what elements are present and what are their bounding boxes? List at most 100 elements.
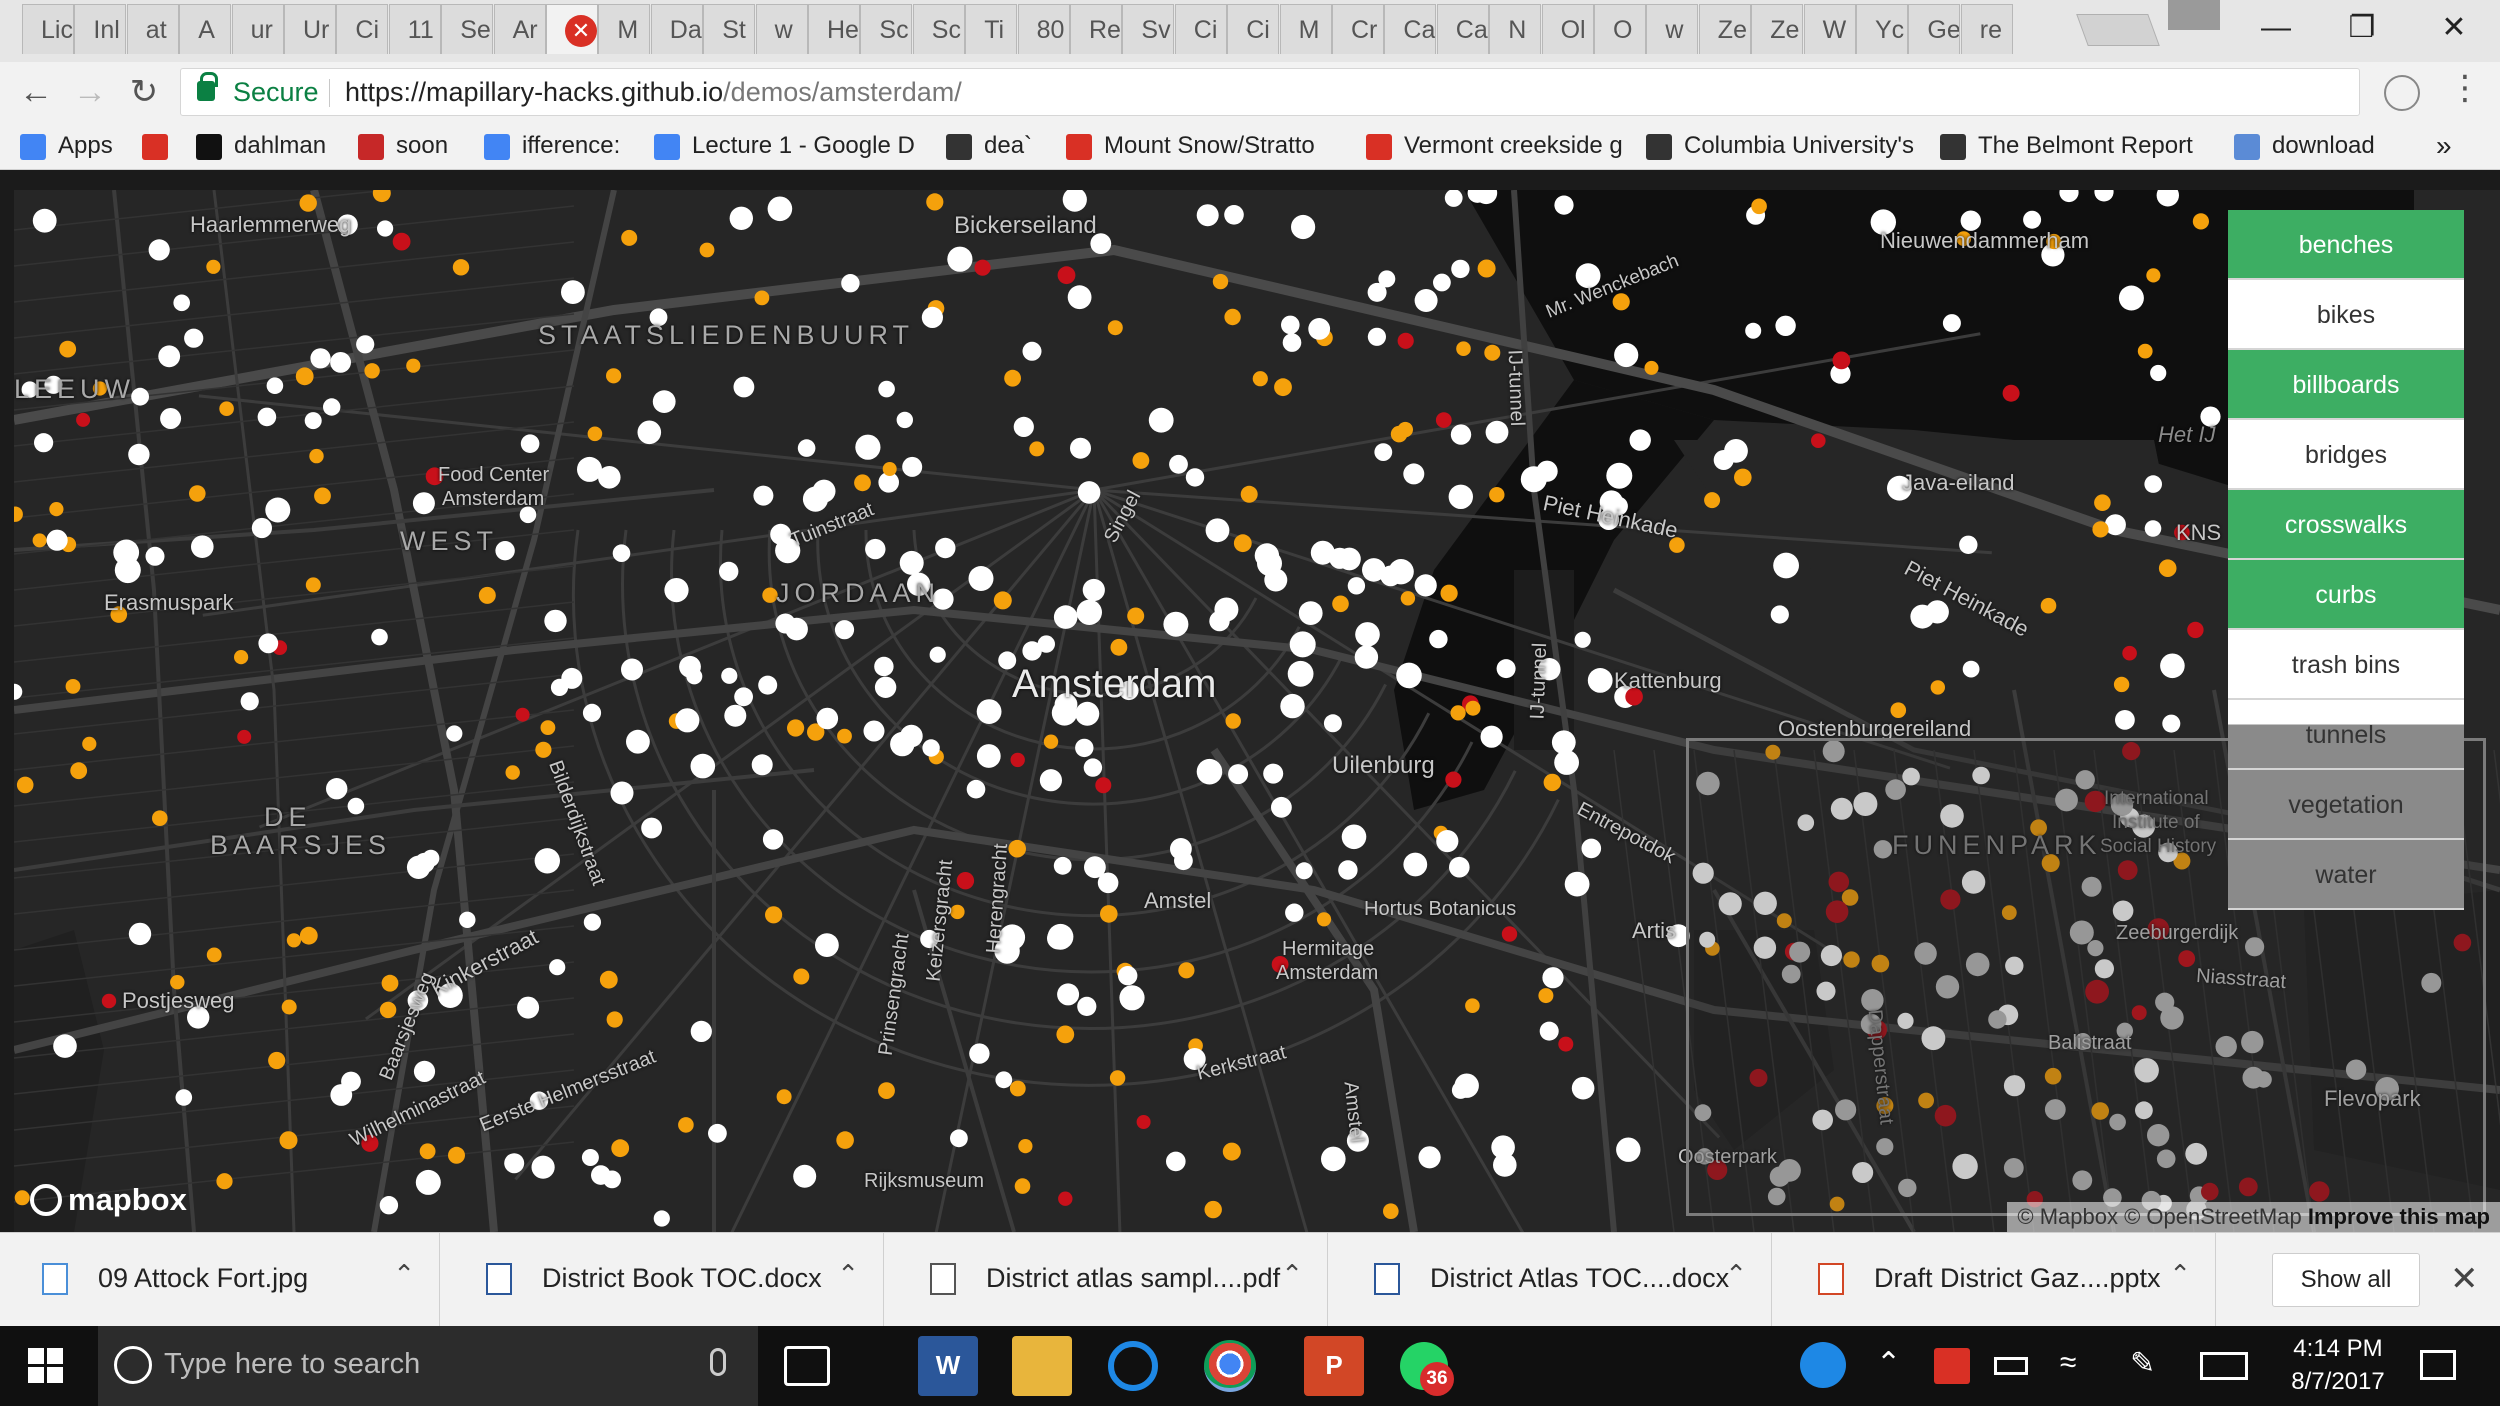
detection-point[interactable] [690, 753, 716, 779]
detection-point[interactable] [2023, 210, 2042, 229]
detection-point[interactable] [1925, 600, 1949, 624]
browser-tab[interactable]: Ur [284, 4, 336, 54]
detection-point[interactable] [1396, 662, 1422, 689]
detection-point[interactable] [678, 1117, 694, 1133]
detection-point[interactable] [1770, 605, 1789, 624]
detection-point[interactable] [966, 779, 986, 799]
download-item[interactable]: District atlas sampl....pdf ⌃ [888, 1233, 1328, 1327]
detection-point[interactable] [606, 368, 622, 384]
detection-point[interactable] [1053, 856, 1072, 875]
detection-point[interactable] [922, 739, 940, 757]
detection-point[interactable] [762, 829, 784, 850]
detection-point[interactable] [863, 720, 885, 742]
detection-point[interactable] [1629, 429, 1651, 451]
detection-point[interactable] [1397, 332, 1414, 349]
detection-point[interactable] [2144, 520, 2162, 537]
detection-point[interactable] [1263, 763, 1284, 784]
detection-point[interactable] [53, 1034, 77, 1058]
detection-point[interactable] [1132, 452, 1150, 469]
detection-point[interactable] [347, 797, 365, 815]
detection-point[interactable] [549, 959, 566, 976]
detection-point[interactable] [1110, 638, 1128, 656]
detection-point[interactable] [653, 1210, 670, 1227]
detection-point[interactable] [448, 1146, 465, 1164]
detection-point[interactable] [240, 692, 259, 711]
detection-point[interactable] [765, 906, 783, 924]
detection-point[interactable] [206, 259, 221, 274]
detection-point[interactable] [76, 412, 91, 427]
detection-point[interactable] [1554, 750, 1579, 775]
browser-tab[interactable]: Ca [1384, 4, 1437, 54]
detection-point[interactable] [1484, 344, 1501, 361]
detection-point[interactable] [32, 533, 47, 548]
detection-point[interactable] [32, 208, 57, 233]
detection-point[interactable] [1581, 838, 1602, 859]
detection-point[interactable] [1451, 1081, 1470, 1099]
extension-icon[interactable] [2384, 75, 2420, 111]
detection-point[interactable] [582, 703, 602, 723]
layer-toggle-water[interactable]: water [2228, 840, 2464, 910]
detection-point[interactable] [1287, 660, 1314, 687]
acrobat-tray-icon[interactable] [1934, 1348, 1970, 1384]
detection-point[interactable] [258, 633, 279, 654]
detection-point[interactable] [1429, 629, 1448, 649]
browser-tab[interactable]: w [1646, 4, 1699, 54]
browser-tab[interactable]: M [598, 4, 651, 54]
detection-point[interactable] [874, 656, 894, 677]
detection-point[interactable] [14, 1190, 30, 1206]
detection-point[interactable] [189, 485, 206, 502]
detection-point[interactable] [793, 1164, 817, 1188]
detection-point[interactable] [612, 544, 631, 562]
detection-point[interactable] [495, 541, 515, 561]
detection-point[interactable] [1204, 1200, 1222, 1219]
browser-tab[interactable]: Lic [22, 4, 74, 54]
detection-point[interactable] [1282, 333, 1302, 352]
detection-point[interactable] [767, 196, 793, 222]
detection-point[interactable] [544, 609, 567, 633]
detection-point[interactable] [59, 340, 77, 358]
detection-point[interactable] [882, 462, 897, 476]
detection-point[interactable] [2122, 645, 2137, 661]
url-text[interactable]: https://mapillary-hacks.github.io/demos/… [345, 77, 962, 108]
bookmark-item[interactable]: The Belmont Report [1940, 128, 2193, 164]
active-tab[interactable]: ✕ [546, 4, 598, 54]
detection-point[interactable] [1029, 441, 1045, 457]
detection-point[interactable] [641, 817, 662, 839]
detection-point[interactable] [841, 274, 860, 293]
browser-tab[interactable]: Inl [74, 4, 127, 54]
detection-point[interactable] [729, 206, 753, 230]
detection-point[interactable] [2192, 213, 2209, 230]
detection-point[interactable] [947, 246, 973, 272]
bookmark-item[interactable]: Vermont creekside g [1366, 128, 1623, 164]
detection-point[interactable] [148, 239, 170, 261]
browser-tab[interactable]: Da [650, 4, 703, 54]
detection-point[interactable] [381, 974, 399, 992]
detection-point[interactable] [1380, 565, 1402, 587]
detection-point[interactable] [234, 650, 249, 665]
detection-point[interactable] [1100, 905, 1118, 923]
new-tab-button[interactable] [2076, 14, 2160, 46]
detection-point[interactable] [1224, 205, 1244, 225]
detection-point[interactable] [1169, 454, 1188, 474]
detection-point[interactable] [1564, 871, 1590, 897]
detection-point[interactable] [1076, 599, 1103, 625]
detection-point[interactable] [392, 232, 411, 251]
detection-point[interactable] [1298, 601, 1323, 625]
detection-point[interactable] [865, 538, 886, 560]
detection-point[interactable] [379, 1196, 399, 1215]
detection-point[interactable] [1347, 577, 1366, 595]
word-app-icon[interactable]: W [918, 1336, 978, 1396]
browser-tab[interactable]: He [808, 4, 860, 54]
detection-point[interactable] [2187, 621, 2204, 639]
detection-point[interactable] [1397, 421, 1414, 438]
detection-point[interactable] [1355, 622, 1380, 647]
detection-point[interactable] [1465, 998, 1480, 1013]
detection-point[interactable] [1209, 610, 1230, 632]
detection-point[interactable] [1075, 738, 1094, 758]
detection-point[interactable] [304, 412, 322, 430]
detection-point[interactable] [515, 707, 530, 722]
detection-point[interactable] [921, 306, 944, 328]
detection-point[interactable] [878, 1082, 895, 1099]
detection-point[interactable] [611, 1139, 630, 1158]
detection-point[interactable] [1083, 758, 1103, 777]
